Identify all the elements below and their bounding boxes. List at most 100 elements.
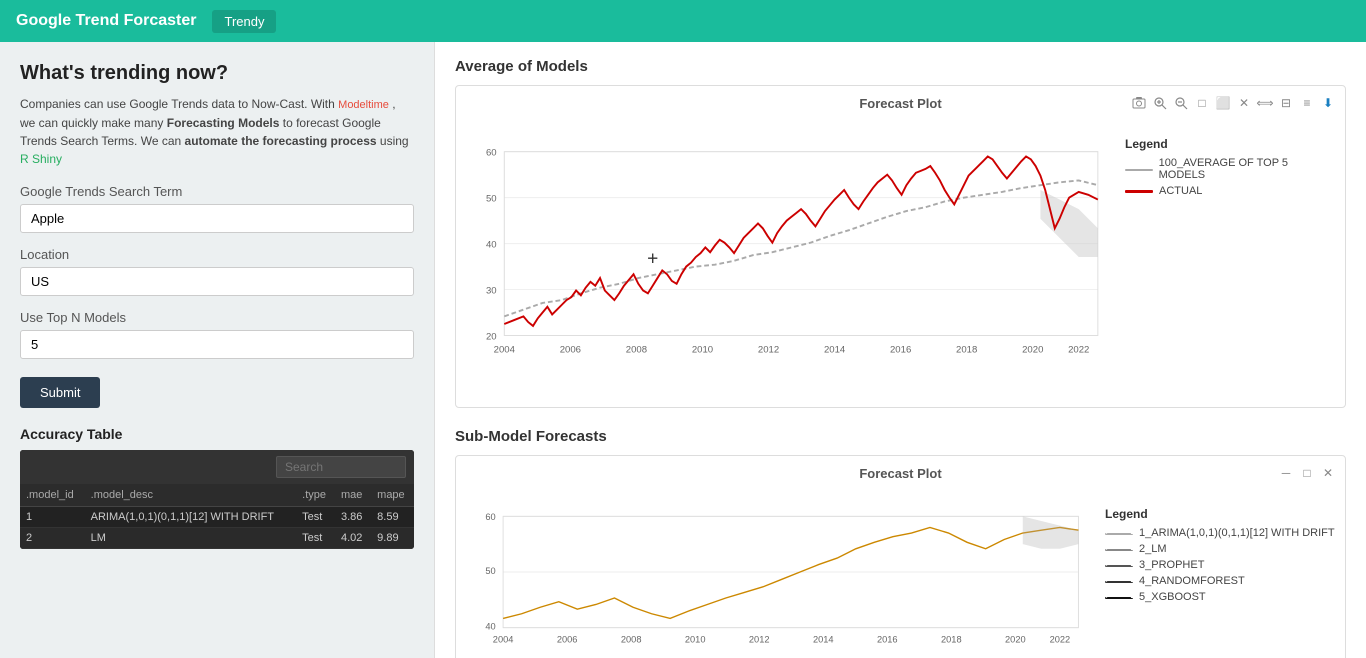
table-search-input[interactable] — [276, 456, 406, 478]
sub-maximize-btn[interactable]: □ — [1298, 464, 1316, 482]
zoom-out-btn[interactable] — [1172, 94, 1190, 112]
table-header-row: .model_id .model_desc .type mae mape — [20, 484, 414, 507]
search-term-group: Google Trends Search Term — [20, 184, 414, 233]
svg-text:2018: 2018 — [941, 635, 962, 645]
page-heading: What's trending now? — [20, 62, 414, 85]
svg-text:50: 50 — [485, 566, 495, 576]
table-cell: Test — [296, 506, 335, 527]
accuracy-table: .model_id .model_desc .type mae mape 1AR… — [20, 484, 414, 549]
svg-text:2020: 2020 — [1022, 345, 1043, 356]
top-n-label: Use Top N Models — [20, 310, 414, 325]
accuracy-table-wrapper: .model_id .model_desc .type mae mape 1AR… — [20, 450, 414, 549]
sub-chart-container: Forecast Plot ─ □ ✕ 60 — [455, 455, 1346, 658]
svg-text:60: 60 — [486, 148, 497, 159]
search-term-input[interactable] — [20, 204, 414, 233]
legend-line-average — [1125, 169, 1153, 171]
sub-legend-line-5 — [1105, 597, 1133, 599]
sub-legend-label-5: 5_XGBOOST — [1139, 591, 1206, 603]
sub-legend-label-2: 2_LM — [1139, 543, 1167, 555]
svg-text:30: 30 — [486, 285, 497, 296]
right-panel: Average of Models Forecast Plot □ ⬜ ✕ ⟺ … — [435, 42, 1366, 658]
main-layout: What's trending now? Companies can use G… — [0, 42, 1366, 658]
top-chart-toolbar: □ ⬜ ✕ ⟺ ⊟ ≡ ⬇ — [1130, 94, 1337, 112]
camera-btn[interactable] — [1130, 94, 1148, 112]
svg-text:2012: 2012 — [758, 345, 779, 356]
svg-text:2010: 2010 — [685, 635, 706, 645]
table-search-row — [20, 450, 414, 484]
legend-line-actual — [1125, 190, 1153, 193]
sub-minimize-btn[interactable]: ─ — [1277, 464, 1295, 482]
top-chart-legend: Legend 100_AVERAGE OF TOP 5 MODELS ACTUA… — [1125, 117, 1335, 397]
svg-text:2008: 2008 — [626, 345, 647, 356]
location-input[interactable] — [20, 267, 414, 296]
reset-btn[interactable]: ✕ — [1235, 94, 1253, 112]
location-label: Location — [20, 247, 414, 262]
top-n-group: Use Top N Models — [20, 310, 414, 359]
sub-legend-line-4 — [1105, 581, 1133, 583]
modeltime-highlight: Modeltime — [338, 99, 389, 111]
box-btn[interactable]: □ — [1193, 94, 1211, 112]
download-btn[interactable]: ⬇ — [1319, 94, 1337, 112]
bars-btn[interactable]: ≡ — [1298, 94, 1316, 112]
table-cell: 1 — [20, 506, 85, 527]
table-cell: 9.89 — [371, 527, 414, 548]
table-cell: ARIMA(1,0,1)(0,1,1)[12] WITH DRIFT — [85, 506, 297, 527]
svg-text:2018: 2018 — [956, 345, 977, 356]
table-cell: 4.02 — [335, 527, 371, 548]
svg-text:40: 40 — [485, 622, 495, 632]
svg-text:50: 50 — [486, 193, 497, 204]
accuracy-section: Accuracy Table .model_id .model_desc .ty… — [20, 426, 414, 549]
sub-legend-item-5: 5_XGBOOST — [1105, 591, 1335, 603]
sub-legend-label-4: 4_RANDOMFOREST — [1139, 575, 1245, 587]
col-mape: mape — [371, 484, 414, 507]
svg-text:2008: 2008 — [621, 635, 642, 645]
forecast-highlight: Forecasting Models — [167, 116, 280, 130]
top-section-title: Average of Models — [455, 58, 1346, 75]
sub-legend-label-1: 1_ARIMA(1,0,1)(0,1,1)[12] WITH DRIFT — [1139, 527, 1335, 539]
table-row: 2LMTest4.029.89 — [20, 527, 414, 548]
svg-text:60: 60 — [485, 512, 495, 522]
sub-chart-toolbar: ─ □ ✕ — [1277, 464, 1337, 482]
legend-label-average: 100_AVERAGE OF TOP 5 MODELS — [1159, 157, 1335, 181]
svg-text:2020: 2020 — [1005, 635, 1026, 645]
pan-btn[interactable]: ⟺ — [1256, 94, 1274, 112]
submit-button[interactable]: Submit — [20, 377, 100, 408]
top-legend-title: Legend — [1125, 137, 1335, 151]
svg-text:2010: 2010 — [692, 345, 713, 356]
col-mae: mae — [335, 484, 371, 507]
legend-label-actual: ACTUAL — [1159, 185, 1202, 197]
sub-legend-title: Legend — [1105, 507, 1335, 521]
top-chart-svg: 60 50 40 30 20 2004 2006 2008 2010 2012 … — [466, 117, 1117, 397]
app-header: Google Trend Forcaster Trendy — [0, 0, 1366, 42]
svg-text:2022: 2022 — [1050, 635, 1071, 645]
legend-item-actual: ACTUAL — [1125, 185, 1335, 197]
line-btn[interactable]: ⊟ — [1277, 94, 1295, 112]
sub-chart-legend: Legend 1_ARIMA(1,0,1)(0,1,1)[12] WITH DR… — [1105, 487, 1335, 657]
trendy-badge: Trendy — [212, 10, 276, 33]
col-model-desc: .model_desc — [85, 484, 297, 507]
sub-chart-area: 60 50 40 2004 2006 2008 2010 2012 2014 2… — [466, 487, 1335, 657]
sub-legend-item-2: 2_LM — [1105, 543, 1335, 555]
description-text: Companies can use Google Trends data to … — [20, 95, 414, 168]
sub-legend-item-1: 1_ARIMA(1,0,1)(0,1,1)[12] WITH DRIFT — [1105, 527, 1335, 539]
sub-legend-label-3: 3_PROPHET — [1139, 559, 1204, 571]
sub-chart-plot: 60 50 40 2004 2006 2008 2010 2012 2014 2… — [466, 487, 1097, 657]
sub-legend-line-1 — [1105, 533, 1133, 535]
svg-text:2022: 2022 — [1068, 345, 1089, 356]
sub-close-btn[interactable]: ✕ — [1319, 464, 1337, 482]
automate-highlight: automate the forecasting process — [185, 134, 377, 148]
top-n-input[interactable] — [20, 330, 414, 359]
table-cell: 3.86 — [335, 506, 371, 527]
select-btn[interactable]: ⬜ — [1214, 94, 1232, 112]
svg-text:2004: 2004 — [494, 345, 516, 356]
zoom-in-btn[interactable] — [1151, 94, 1169, 112]
sub-legend-line-2 — [1105, 549, 1133, 551]
table-row: 1ARIMA(1,0,1)(0,1,1)[12] WITH DRIFTTest3… — [20, 506, 414, 527]
sub-legend-item-3: 3_PROPHET — [1105, 559, 1335, 571]
top-chart-area: 60 50 40 30 20 2004 2006 2008 2010 2012 … — [466, 117, 1335, 397]
svg-text:2012: 2012 — [749, 635, 770, 645]
accuracy-title: Accuracy Table — [20, 426, 414, 442]
col-model-id: .model_id — [20, 484, 85, 507]
table-cell: 2 — [20, 527, 85, 548]
sub-chart-title: Forecast Plot — [466, 466, 1335, 481]
